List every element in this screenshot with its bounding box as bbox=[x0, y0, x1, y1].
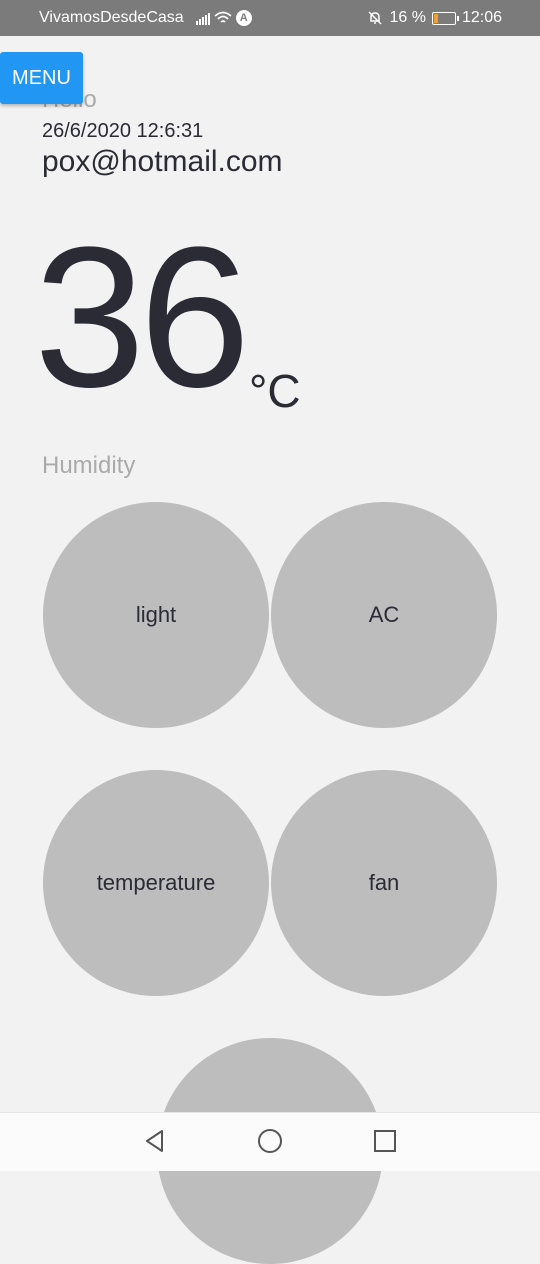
mute-bell-icon bbox=[368, 11, 383, 25]
carrier-name: VivamosDesdeCasa bbox=[39, 9, 184, 26]
temperature-button[interactable]: temperature bbox=[43, 770, 269, 996]
back-icon[interactable] bbox=[142, 1128, 168, 1154]
humidity-label: Humidity bbox=[42, 452, 136, 479]
home-icon[interactable] bbox=[257, 1128, 283, 1154]
battery-percent: 16 % bbox=[389, 9, 426, 26]
system-navigation-bar bbox=[0, 1112, 540, 1171]
temperature-unit: °C bbox=[249, 365, 301, 417]
datetime-text: 26/6/2020 12:6:31 bbox=[42, 120, 204, 142]
menu-button[interactable]: MENU bbox=[0, 52, 83, 104]
temperature-value: 36 bbox=[34, 206, 250, 429]
status-left: VivamosDesdeCasa A bbox=[39, 9, 252, 27]
status-bar: VivamosDesdeCasa A 16 % 12:06 bbox=[0, 0, 540, 36]
clock: 12:06 bbox=[461, 9, 502, 26]
signal-icon bbox=[195, 11, 211, 25]
navigation-app-icon: A bbox=[235, 10, 252, 26]
recents-icon[interactable] bbox=[372, 1128, 398, 1154]
ac-button[interactable]: AC bbox=[271, 502, 497, 728]
user-email: pox@hotmail.com bbox=[42, 145, 283, 178]
status-right: 16 % 12:06 bbox=[367, 9, 502, 27]
fan-button[interactable]: fan bbox=[271, 770, 497, 996]
light-button[interactable]: light bbox=[43, 502, 269, 728]
battery-icon bbox=[431, 11, 459, 25]
wifi-icon bbox=[214, 11, 232, 23]
